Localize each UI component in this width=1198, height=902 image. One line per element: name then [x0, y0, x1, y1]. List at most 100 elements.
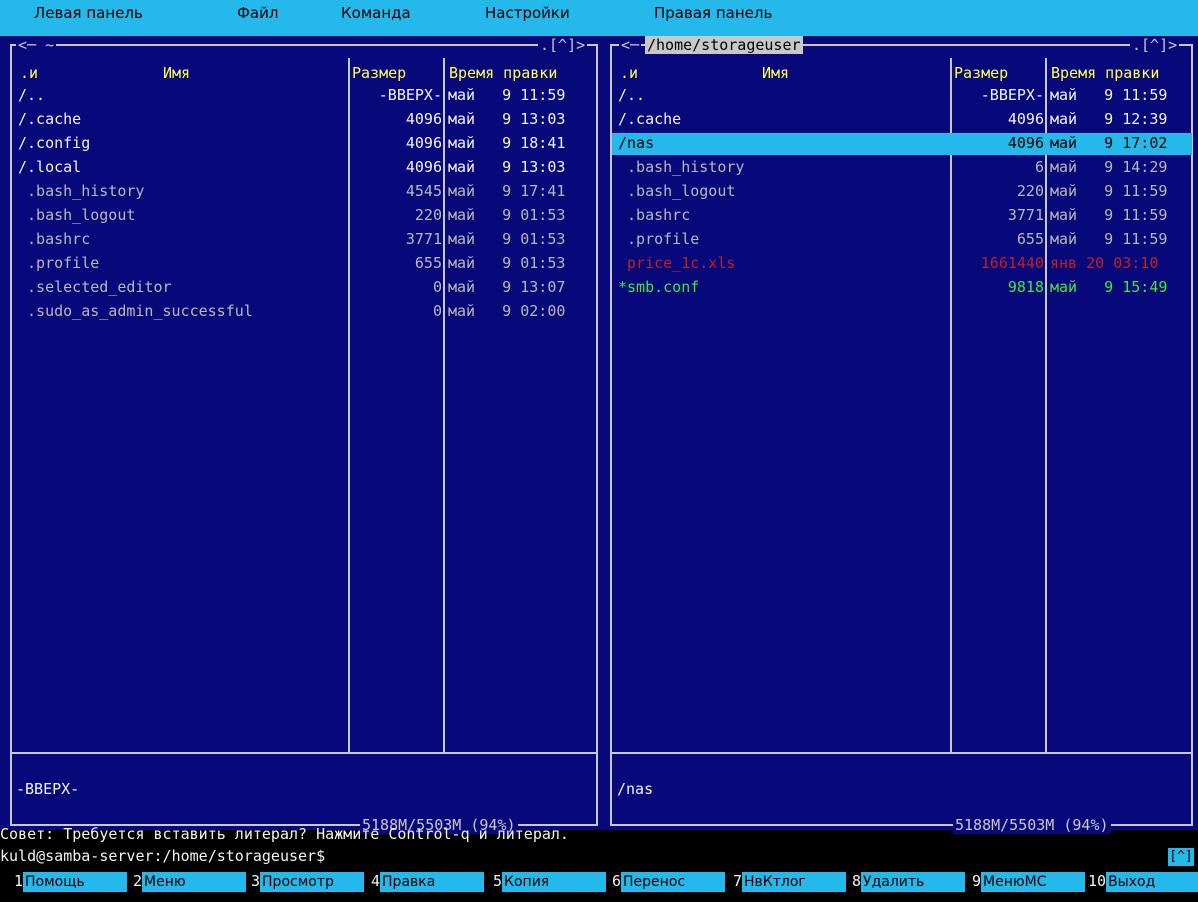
- file-size: 4096: [1007, 134, 1044, 152]
- file-name[interactable]: .bash_history: [18, 180, 144, 202]
- fkey-label[interactable]: Удалить: [861, 872, 966, 892]
- file-size: 0: [432, 278, 442, 296]
- left-header-n[interactable]: .и: [20, 62, 38, 84]
- file-name[interactable]: .bash_history: [618, 156, 744, 178]
- file-name[interactable]: price_1c.xls: [618, 252, 735, 274]
- left-header-mtime[interactable]: Время правки: [449, 62, 557, 84]
- right-header-mtime[interactable]: Время правки: [1051, 62, 1159, 84]
- menu-settings[interactable]: Настройки: [485, 4, 570, 22]
- fkey-label[interactable]: Перенос: [621, 872, 726, 892]
- fkey-label[interactable]: Выход: [1106, 872, 1198, 892]
- file-name[interactable]: .bash_logout: [18, 204, 135, 226]
- file-mtime: май 9 11:59: [1050, 182, 1168, 200]
- file-mtime: май 9 17:02: [1050, 134, 1168, 152]
- command-line[interactable]: kuld@samba-server:/home/storageuser$: [0, 845, 1198, 867]
- fkey-number: 1: [14, 872, 24, 890]
- fkey-number: 9: [972, 872, 982, 890]
- right-status-divider: [610, 752, 1193, 754]
- fkey-label[interactable]: Правка: [380, 872, 485, 892]
- menu-left-panel[interactable]: Левая панель: [34, 4, 143, 22]
- right-header-n[interactable]: .и: [620, 62, 638, 84]
- file-mtime: май 9 15:49: [1050, 278, 1168, 296]
- file-name[interactable]: /nas: [618, 132, 654, 154]
- menu-file[interactable]: Файл: [237, 4, 278, 22]
- file-size: 220: [1016, 182, 1044, 200]
- file-name[interactable]: *smb.conf: [618, 276, 699, 298]
- fkey-label[interactable]: МенюMC: [981, 872, 1086, 892]
- right-panel[interactable]: <─ /home/storageuser .[^]> .и Имя Размер…: [605, 36, 1198, 834]
- right-panel-arrow[interactable]: <─: [619, 36, 642, 54]
- file-size: -ВВЕРХ-: [980, 86, 1044, 104]
- file-name[interactable]: .bashrc: [618, 204, 690, 226]
- file-mtime: май 9 13:07: [448, 278, 566, 296]
- file-mtime: май 9 11:59: [1050, 86, 1168, 104]
- file-size: 3771: [405, 230, 442, 248]
- left-col-sep-2: [443, 58, 445, 753]
- fkey-8[interactable]: 8 Удалить: [852, 870, 966, 892]
- fkey-label[interactable]: Помощь: [23, 872, 128, 892]
- fkey-10[interactable]: 10 Выход: [1088, 870, 1198, 892]
- left-header-name[interactable]: Имя: [163, 62, 190, 84]
- file-mtime: май 9 11:59: [1050, 230, 1168, 248]
- fkey-label[interactable]: Копия: [502, 872, 607, 892]
- fkey-number: 3: [251, 872, 261, 890]
- file-size: 3771: [1007, 206, 1044, 224]
- right-col-sep-2: [1045, 58, 1047, 753]
- right-header-size[interactable]: Размер: [954, 62, 1008, 84]
- right-panel-path[interactable]: /home/storageuser: [645, 36, 803, 54]
- cmdline-history-button[interactable]: [^]: [1168, 848, 1194, 866]
- fkey-label[interactable]: Просмотр: [260, 872, 365, 892]
- file-name[interactable]: /..: [18, 84, 45, 106]
- file-mtime: май 9 12:39: [1050, 110, 1168, 128]
- fkey-number: 4: [371, 872, 381, 890]
- right-header-name[interactable]: Имя: [762, 62, 789, 84]
- fkey-number: 10: [1088, 872, 1107, 890]
- menu-command[interactable]: Команда: [341, 4, 411, 22]
- menu-bar: Левая панель Файл Команда Настройки Прав…: [0, 0, 1198, 36]
- fkey-5[interactable]: 5 Копия: [493, 870, 607, 892]
- file-name[interactable]: .profile: [18, 252, 99, 274]
- fkey-1[interactable]: 1 Помощь: [14, 870, 128, 892]
- fkey-label[interactable]: Меню: [142, 872, 247, 892]
- file-name[interactable]: /.cache: [18, 108, 81, 130]
- function-key-bar: 1 Помощь 2 Меню 3 Просмотр 4 Правка 5 Копия 6 Перен…: [0, 870, 1198, 894]
- file-size: 1661440: [980, 254, 1044, 272]
- left-panel-corner[interactable]: .[^]>: [538, 36, 588, 54]
- fkey-4[interactable]: 4 Правка: [371, 870, 485, 892]
- file-mtime: май 9 01:53: [448, 206, 566, 224]
- right-status-text: /nas: [617, 780, 654, 798]
- file-name[interactable]: .bash_logout: [618, 180, 735, 202]
- fkey-2[interactable]: 2 Меню: [133, 870, 247, 892]
- fkey-label[interactable]: НвКтлог: [742, 872, 847, 892]
- fkey-9[interactable]: 9 МенюMC: [972, 870, 1086, 892]
- file-name[interactable]: /.cache: [618, 108, 681, 130]
- file-name[interactable]: .bashrc: [18, 228, 90, 250]
- file-name[interactable]: .profile: [618, 228, 699, 250]
- left-status-text: -ВВЕРХ-: [16, 780, 80, 798]
- right-panel-corner[interactable]: .[^]>: [1130, 36, 1180, 54]
- file-name[interactable]: .selected_editor: [18, 276, 172, 298]
- left-status-divider: [10, 752, 598, 754]
- fkey-6[interactable]: 6 Перенос: [612, 870, 726, 892]
- file-mtime: янв 20 03:10: [1050, 254, 1159, 272]
- file-name[interactable]: /.local: [18, 156, 81, 178]
- file-size: 6: [1034, 158, 1044, 176]
- fkey-number: 2: [133, 872, 143, 890]
- fkey-number: 5: [493, 872, 503, 890]
- fkey-7[interactable]: 7 НвКтлог: [733, 870, 847, 892]
- file-size: 4096: [405, 110, 442, 128]
- file-size: 4096: [405, 158, 442, 176]
- file-mtime: май 9 18:41: [448, 134, 566, 152]
- left-panel-path[interactable]: <─ ~: [16, 36, 57, 54]
- file-name[interactable]: /..: [618, 84, 645, 106]
- right-col-sep-1: [950, 58, 952, 753]
- left-panel[interactable]: <─ ~ .[^]> .и Имя Размер Время правки /.…: [0, 36, 605, 834]
- fkey-number: 7: [733, 872, 743, 890]
- left-header-size[interactable]: Размер: [352, 62, 406, 84]
- file-mtime: май 9 02:00: [448, 302, 566, 320]
- file-name[interactable]: /.config: [18, 132, 90, 154]
- menu-right-panel[interactable]: Правая панель: [654, 4, 772, 22]
- fkey-3[interactable]: 3 Просмотр: [251, 870, 365, 892]
- file-size: 4096: [405, 134, 442, 152]
- file-name[interactable]: .sudo_as_admin_successful: [18, 300, 253, 322]
